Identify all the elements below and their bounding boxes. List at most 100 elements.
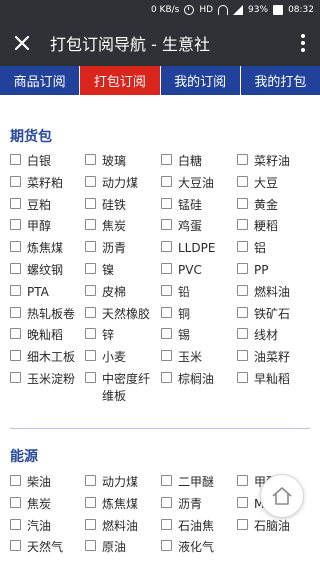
checkbox[interactable] [237,241,248,253]
package-checkbox-item[interactable]: 柴油 [10,474,80,491]
package-checkbox-item[interactable]: LLDPE [161,240,233,257]
checkbox[interactable] [237,284,248,296]
package-checkbox-item[interactable]: 镍 [85,262,157,279]
package-checkbox-item[interactable]: 沥青 [161,496,233,513]
checkbox[interactable] [161,197,172,209]
checkbox[interactable] [85,284,96,296]
tab-my-subscriptions[interactable]: 我的订阅 [161,66,241,95]
more-menu-button[interactable] [286,20,320,66]
package-checkbox-item[interactable]: 动力煤 [85,175,157,192]
checkbox[interactable] [85,241,96,253]
package-checkbox-item[interactable]: 棕榈油 [161,371,233,388]
package-checkbox-item[interactable]: 燃料油 [85,518,157,535]
checkbox[interactable] [237,475,248,486]
package-checkbox-item[interactable]: 燃料油 [237,284,317,301]
checkbox[interactable] [237,263,248,274]
checkbox[interactable] [85,263,96,274]
checkbox[interactable] [10,540,21,552]
package-checkbox-item[interactable]: 锰硅 [161,197,233,214]
checkbox[interactable] [161,518,172,530]
checkbox[interactable] [161,284,172,296]
package-checkbox-item[interactable]: 大豆 [237,175,317,192]
checkbox[interactable] [85,306,96,318]
package-checkbox-item[interactable]: 白银 [10,153,80,170]
checkbox[interactable] [85,219,96,231]
checkbox[interactable] [161,263,172,274]
checkbox[interactable] [85,540,96,552]
package-checkbox-item[interactable]: 大豆油 [161,175,233,192]
checkbox[interactable] [237,350,248,362]
package-checkbox-item[interactable]: 油菜籽 [237,349,317,366]
package-checkbox-item[interactable]: 菜籽粕 [10,175,80,192]
checkbox[interactable] [161,328,172,340]
checkbox[interactable] [85,175,96,187]
package-checkbox-item[interactable]: 豆粕 [10,197,80,214]
checkbox[interactable] [10,263,21,274]
checkbox[interactable] [85,154,96,165]
package-checkbox-item[interactable]: 甲醇 [10,218,80,235]
package-checkbox-item[interactable]: 早籼稻 [237,371,317,388]
package-checkbox-item[interactable]: 热轧板卷 [10,306,80,323]
package-checkbox-item[interactable]: 二甲醚 [161,474,233,491]
package-checkbox-item[interactable]: 晚籼稻 [10,327,80,344]
tab-package-subscription[interactable]: 打包订阅 [80,66,161,95]
checkbox[interactable] [161,306,172,318]
checkbox[interactable] [237,372,248,383]
package-checkbox-item[interactable]: 汽油 [10,518,80,535]
package-checkbox-item[interactable]: 石脑油 [237,518,317,535]
checkbox[interactable] [85,372,96,383]
package-checkbox-item[interactable]: 粳稻 [237,218,317,235]
checkbox[interactable] [85,518,96,530]
checkbox[interactable] [161,241,172,253]
checkbox[interactable] [85,475,96,486]
checkbox[interactable] [237,219,248,231]
package-checkbox-item[interactable]: 细木工板 [10,349,80,366]
checkbox[interactable] [10,475,21,486]
checkbox[interactable] [161,350,172,362]
package-checkbox-item[interactable]: 锌 [85,327,157,344]
package-checkbox-item[interactable]: 黄金 [237,197,317,214]
package-checkbox-item[interactable]: 菜籽油 [237,153,317,170]
package-checkbox-item[interactable]: 铁矿石 [237,306,317,323]
checkbox[interactable] [237,328,248,340]
checkbox[interactable] [161,475,172,486]
checkbox[interactable] [161,175,172,187]
checkbox[interactable] [161,219,172,231]
package-checkbox-item[interactable]: PP [237,262,317,279]
checkbox[interactable] [10,154,21,165]
tab-my-packages[interactable]: 我的打包 [241,66,320,95]
package-checkbox-item[interactable]: 铝 [237,240,317,257]
package-checkbox-item[interactable]: 炼焦煤 [85,496,157,513]
checkbox[interactable] [10,496,21,508]
package-checkbox-item[interactable]: 中密度纤维板 [85,371,157,405]
package-checkbox-item[interactable]: 原油 [85,539,157,556]
checkbox[interactable] [237,496,248,508]
package-checkbox-item[interactable]: PVC [161,262,233,279]
package-checkbox-item[interactable]: 玉米淀粉 [10,371,80,388]
package-checkbox-item[interactable]: 液化气 [161,539,233,556]
checkbox[interactable] [10,241,21,253]
package-checkbox-item[interactable]: 沥青 [85,240,157,257]
checkbox[interactable] [161,540,172,552]
package-checkbox-item[interactable]: 铅 [161,284,233,301]
checkbox[interactable] [10,284,21,296]
package-checkbox-item[interactable]: 石油焦 [161,518,233,535]
package-checkbox-item[interactable]: PTA [10,284,80,301]
checkbox[interactable] [161,154,172,165]
package-checkbox-item[interactable]: 天然橡胶 [85,306,157,323]
package-checkbox-item[interactable]: 线材 [237,327,317,344]
checkbox[interactable] [10,175,21,187]
checkbox[interactable] [85,496,96,508]
package-checkbox-item[interactable]: 皮棉 [85,284,157,301]
checkbox[interactable] [161,372,172,383]
checkbox[interactable] [237,306,248,318]
checkbox[interactable] [85,328,96,340]
package-checkbox-item[interactable]: 锡 [161,327,233,344]
tab-commodity-subscription[interactable]: 商品订阅 [0,66,81,95]
package-checkbox-item[interactable]: 鸡蛋 [161,218,233,235]
package-checkbox-item[interactable]: 天然气 [10,539,80,556]
checkbox[interactable] [161,496,172,508]
package-checkbox-item[interactable]: 焦炭 [10,496,80,513]
checkbox[interactable] [10,219,21,231]
checkbox[interactable] [85,197,96,209]
